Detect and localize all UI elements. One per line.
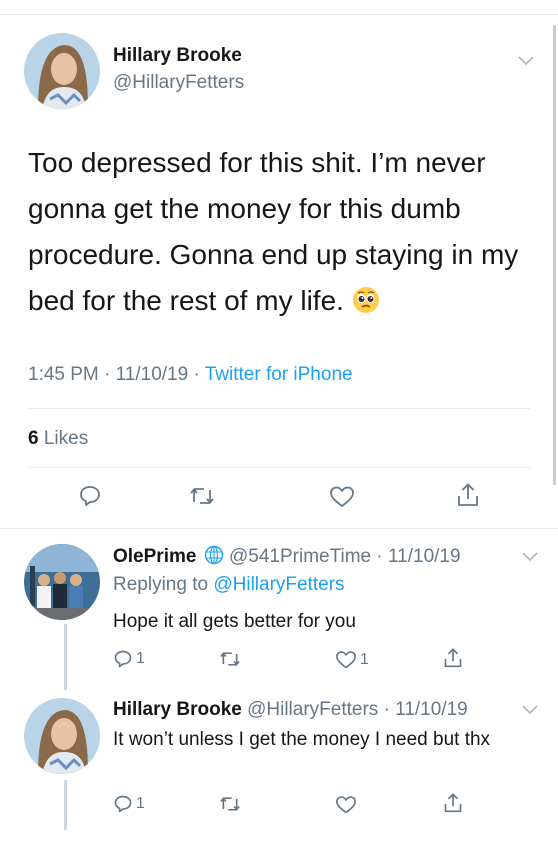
reply-button[interactable]: 1 bbox=[113, 649, 145, 669]
tweet-source-link[interactable]: Twitter for iPhone bbox=[205, 364, 353, 385]
avatar[interactable] bbox=[24, 698, 100, 774]
reply-button[interactable] bbox=[78, 484, 102, 508]
heart-icon bbox=[330, 486, 354, 507]
reply-icon bbox=[114, 795, 132, 813]
retweet-button[interactable] bbox=[219, 794, 241, 814]
divider bbox=[28, 467, 530, 468]
author-handle[interactable]: @HillaryFetters bbox=[113, 72, 244, 94]
avatar[interactable] bbox=[24, 33, 100, 109]
retweet-button[interactable] bbox=[189, 484, 215, 508]
reply-button[interactable]: 1 bbox=[113, 794, 145, 814]
reply-count: 1 bbox=[136, 795, 145, 812]
share-icon bbox=[458, 483, 478, 506]
reply-text: It won’t unless I get the money I need b… bbox=[113, 729, 491, 750]
heart-icon bbox=[336, 796, 356, 814]
author-name[interactable]: Hillary Brooke bbox=[113, 45, 242, 67]
globe-icon bbox=[204, 545, 224, 571]
reply-header: OlePrime @541PrimeTime · 11/10/19 bbox=[113, 545, 461, 571]
reply-header: Hillary Brooke @HillaryFetters · 11/10/1… bbox=[113, 699, 468, 721]
divider bbox=[0, 528, 558, 529]
author-name[interactable]: Hillary Brooke bbox=[113, 699, 242, 720]
share-button[interactable] bbox=[456, 482, 480, 508]
replying-to: Replying to @HillaryFetters bbox=[113, 574, 345, 596]
replying-to-link[interactable]: @HillaryFetters bbox=[213, 574, 344, 595]
likes-count[interactable]: 6 Likes bbox=[28, 428, 88, 450]
likes-label: Likes bbox=[38, 428, 89, 449]
pleading-face-emoji-icon bbox=[352, 282, 380, 313]
heart-icon bbox=[336, 651, 356, 669]
top-divider bbox=[0, 14, 558, 15]
chevron-down-icon[interactable] bbox=[518, 56, 534, 66]
tweet-text: Too depressed for this shit. I’m never g… bbox=[28, 140, 528, 324]
avatar[interactable] bbox=[24, 544, 100, 620]
reply-count: 1 bbox=[136, 650, 145, 667]
like-button[interactable]: 1 bbox=[335, 650, 369, 670]
like-button[interactable] bbox=[329, 485, 355, 509]
share-button[interactable] bbox=[443, 647, 463, 669]
scrollbar[interactable] bbox=[553, 25, 556, 485]
tweet-body: Too depressed for this shit. I’m never g… bbox=[28, 147, 519, 316]
chevron-down-icon[interactable] bbox=[522, 705, 538, 715]
reply-icon bbox=[80, 486, 100, 506]
retweet-icon bbox=[220, 797, 240, 811]
reply-icon bbox=[114, 650, 132, 668]
reply-text: Hope it all gets better for you bbox=[113, 611, 356, 632]
divider bbox=[28, 408, 530, 409]
share-icon bbox=[444, 793, 462, 813]
tweet-timestamp: 1:45 PM · 11/10/19 · bbox=[28, 364, 205, 385]
tweet-meta: 1:45 PM · 11/10/19 · Twitter for iPhone bbox=[28, 364, 353, 386]
chevron-down-icon[interactable] bbox=[522, 552, 538, 562]
retweet-icon bbox=[190, 488, 214, 504]
author-name[interactable]: OlePrime bbox=[113, 546, 196, 567]
replying-label: Replying to bbox=[113, 574, 214, 595]
like-count: 1 bbox=[360, 651, 369, 668]
share-icon bbox=[444, 648, 462, 668]
retweet-icon bbox=[220, 652, 240, 666]
thread-connector bbox=[64, 780, 67, 830]
retweet-button[interactable] bbox=[219, 649, 241, 669]
author-handle-time[interactable]: @HillaryFetters · 11/10/19 bbox=[242, 699, 468, 720]
thread-connector bbox=[64, 624, 67, 690]
author-handle-time[interactable]: @541PrimeTime · 11/10/19 bbox=[224, 546, 461, 567]
share-button[interactable] bbox=[443, 792, 463, 814]
likes-number: 6 bbox=[28, 428, 39, 449]
like-button[interactable] bbox=[335, 795, 357, 815]
